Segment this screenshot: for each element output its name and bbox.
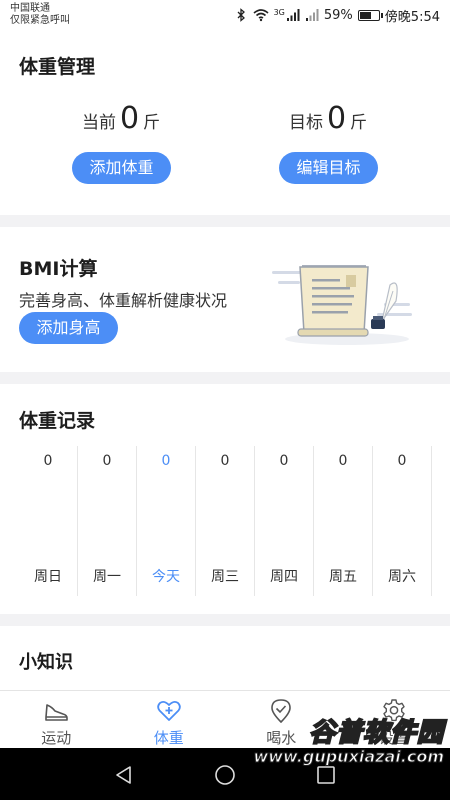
day-value: 0 (338, 453, 348, 469)
tab-label: 设置 (378, 729, 409, 747)
weight-records-card: 体重记录 0 周日 0 周一 0 今天 0 周三 0 周四 0 周五 0 周六 (0, 384, 450, 614)
tab-label: 运动 (41, 729, 72, 747)
tab-exercise[interactable]: 运动 (0, 691, 113, 748)
clock: 傍晚5:54 (384, 9, 440, 25)
bmi-card: BMI计算 完善身高、体重解析健康状况 添加身高 (0, 227, 450, 372)
edit-target-button[interactable]: 编辑目标 (279, 152, 378, 184)
day-value: 0 (102, 453, 112, 469)
bmi-title: BMI计算 (19, 258, 98, 280)
recents-icon[interactable] (315, 764, 337, 786)
wifi-icon (253, 9, 269, 22)
day-column[interactable]: 0 周四 (255, 446, 314, 596)
tips-title: 小知识 (19, 652, 73, 673)
tab-settings[interactable]: 设置 (338, 691, 450, 748)
weight-records-title: 体重记录 (19, 410, 96, 432)
target-value: 0 (326, 101, 347, 136)
network-type: 3G (273, 7, 285, 17)
day-column[interactable]: 0 周五 (314, 446, 373, 596)
add-weight-button[interactable]: 添加体重 (72, 152, 171, 184)
weight-management-card: 体重管理 当前 0 斤 目标 0 斤 添加体重 编辑目标 (0, 30, 450, 215)
day-label: 周一 (93, 569, 121, 585)
day-column[interactable]: 0 周一 (78, 446, 137, 596)
day-label: 周日 (34, 569, 62, 585)
current-unit: 斤 (143, 113, 161, 133)
day-column-today[interactable]: 0 今天 (137, 446, 196, 596)
carrier-info: 中国联通 仅限紧急呼叫 (10, 3, 70, 27)
day-column[interactable]: 0 周日 (19, 446, 78, 596)
target-unit: 斤 (350, 113, 368, 133)
day-label: 今天 (152, 569, 180, 585)
carrier-name: 中国联通 (10, 3, 50, 14)
signal-icon (286, 9, 300, 21)
check-pin-icon (271, 699, 292, 723)
day-value: 0 (43, 453, 53, 469)
system-nav-bar (0, 748, 450, 800)
bottom-tab-bar: 运动 体重 喝水 设置 (0, 690, 450, 748)
signal-icon-2 (305, 9, 319, 21)
status-icons: 3G 59% 傍晚5:54 (234, 7, 440, 25)
current-value: 0 (119, 101, 140, 136)
bmi-subtitle: 完善身高、体重解析健康状况 (19, 291, 228, 310)
tab-label: 喝水 (266, 729, 297, 747)
day-label: 周六 (388, 569, 416, 585)
weight-management-title: 体重管理 (19, 56, 96, 78)
home-icon[interactable] (214, 764, 236, 786)
carrier-note: 仅限紧急呼叫 (10, 15, 70, 26)
document-quill-illustration (272, 265, 412, 345)
tab-water[interactable]: 喝水 (225, 691, 338, 748)
target-weight: 目标 0 斤 (243, 102, 413, 136)
shoe-icon (45, 704, 69, 721)
tab-label: 体重 (153, 729, 184, 747)
status-bar: 中国联通 仅限紧急呼叫 3G 59% 傍晚5:54 (0, 0, 450, 30)
day-label: 周四 (270, 569, 298, 585)
day-label: 周五 (329, 569, 357, 585)
day-column[interactable]: 0 周三 (196, 446, 255, 596)
bluetooth-icon (237, 8, 245, 22)
week-chart: 0 周日 0 周一 0 今天 0 周三 0 周四 0 周五 0 周六 (19, 446, 450, 596)
day-value: 0 (161, 453, 171, 469)
tips-card[interactable]: 小知识 (0, 626, 450, 690)
day-value: 0 (397, 453, 407, 469)
current-weight: 当前 0 斤 (36, 102, 206, 136)
battery-percent: 59% (323, 7, 353, 23)
battery-icon (357, 9, 383, 21)
gear-icon (383, 699, 405, 722)
heart-plus-icon (156, 700, 181, 721)
day-value: 0 (279, 453, 289, 469)
day-column[interactable]: 0 周六 (373, 446, 432, 596)
current-label: 当前 (81, 113, 116, 133)
target-label: 目标 (288, 113, 323, 133)
tab-weight[interactable]: 体重 (113, 691, 226, 748)
add-height-button[interactable]: 添加身高 (19, 312, 118, 344)
day-label: 周三 (211, 569, 239, 585)
day-value: 0 (220, 453, 230, 469)
back-icon[interactable] (113, 764, 135, 786)
